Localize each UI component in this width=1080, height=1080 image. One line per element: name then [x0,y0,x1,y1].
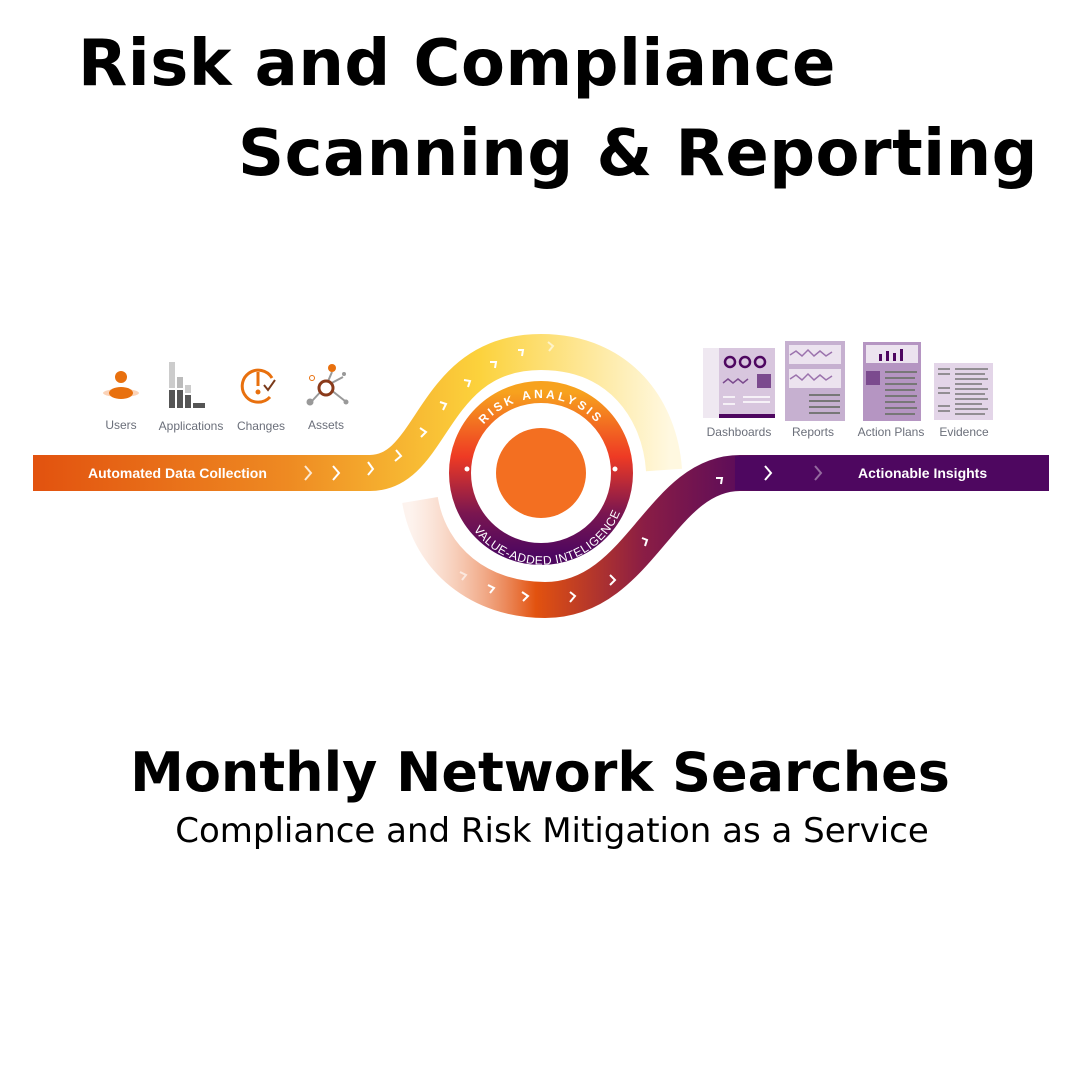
dashboards-label: Dashboards [707,425,772,439]
evidence-doc-icon [934,363,993,420]
changes-label: Changes [237,419,285,433]
title-line-1: Risk and Compliance [78,27,836,101]
actionable-insights-label: Actionable Insights [858,465,987,481]
risk-analysis-diagram: Automated Data Collection Actionable Ins… [33,333,1049,619]
footer-subheading: Compliance and Risk Mitigation as a Serv… [175,811,929,851]
reports-label: Reports [792,425,834,439]
clock-alert-check-icon [240,368,276,404]
bar-blocks-icon [169,362,205,408]
action-plans-label: Action Plans [858,425,925,439]
applications-label: Applications [159,419,224,433]
dashboard-doc-icon [703,348,775,418]
user-icon [103,371,139,399]
network-node-icon [306,364,349,406]
evidence-label: Evidence [939,425,989,439]
report-doc-icon [785,341,845,421]
title-line-2: Scanning & Reporting [238,117,1038,191]
core-circle [496,428,586,518]
automated-data-collection-label: Automated Data Collection [88,465,267,481]
users-label: Users [105,418,136,432]
action-plan-doc-icon [863,342,921,421]
assets-label: Assets [308,418,344,432]
footer-heading: Monthly Network Searches [130,741,950,804]
